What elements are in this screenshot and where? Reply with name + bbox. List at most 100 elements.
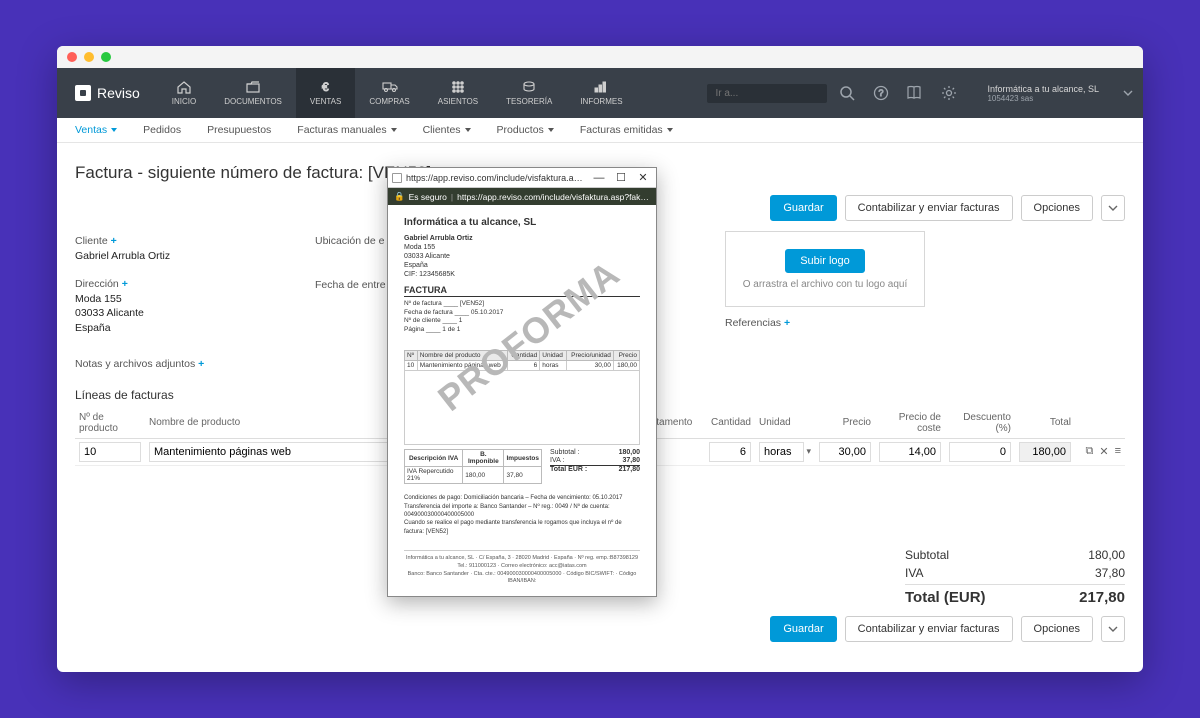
search-input[interactable] (707, 84, 827, 103)
nav-label: INICIO (172, 97, 196, 106)
save-button-bottom[interactable]: Guardar (770, 616, 836, 642)
invoice-totals: Subtotal180,00 IVA37,80 Total (EUR)217,8… (905, 546, 1125, 608)
subnav-label: Pedidos (143, 124, 181, 136)
company-chevron[interactable] (1113, 68, 1143, 118)
col-qty: Cantidad (705, 408, 755, 439)
upload-logo-button[interactable]: Subir logo (785, 249, 865, 273)
logo-dropzone[interactable]: Subir logo O arrastra el archivo con tu … (725, 231, 925, 307)
brand[interactable]: Reviso (57, 68, 158, 118)
os-min-button[interactable] (84, 52, 94, 62)
help-button[interactable]: ? (867, 85, 895, 101)
brand-text: Reviso (97, 85, 140, 101)
options-chevron-bottom[interactable] (1101, 616, 1125, 642)
line-disc-input[interactable] (949, 442, 1011, 462)
popup-titlebar: https://app.reviso.com/include/visfaktur… (388, 168, 656, 188)
direccion-label: Dirección + (75, 278, 255, 290)
line-cost-input[interactable] (879, 442, 941, 462)
copy-line-icon[interactable]: ⧉ (1086, 445, 1094, 458)
os-max-button[interactable] (101, 52, 111, 62)
nav-label: DOCUMENTOS (224, 97, 282, 106)
nav-label: ASIENTOS (438, 97, 478, 106)
search-box: ? (707, 68, 973, 118)
euro-icon: € (318, 80, 334, 94)
search-button[interactable] (833, 85, 861, 101)
options-button[interactable]: Opciones (1021, 195, 1093, 221)
nav-label: INFORMES (580, 97, 622, 106)
logo-hint: O arrastra el archivo con tu logo aquí (743, 279, 908, 290)
subnav-productos[interactable]: Productos (497, 124, 554, 136)
delete-line-icon[interactable]: ✕ (1099, 445, 1108, 458)
popup-secure-text: Es seguro (409, 192, 447, 202)
chevron-down-icon (465, 128, 471, 132)
os-titlebar (57, 46, 1143, 68)
popup-close-button[interactable]: ✕ (634, 171, 652, 184)
post-button[interactable]: Contabilizar y enviar facturas (845, 195, 1013, 221)
page: Factura - siguiente número de factura: [… (57, 143, 1143, 672)
line-unit-input[interactable] (759, 442, 804, 462)
post-button-bottom[interactable]: Contabilizar y enviar facturas (845, 616, 1013, 642)
os-close-button[interactable] (67, 52, 77, 62)
chevron-down-icon (111, 128, 117, 132)
folder-icon (245, 80, 261, 94)
nav-ventas[interactable]: € VENTAS (296, 68, 355, 118)
save-button[interactable]: Guardar (770, 195, 836, 221)
nav-documentos[interactable]: DOCUMENTOS (210, 68, 296, 118)
svg-text:€: € (322, 80, 329, 94)
line-qty-input[interactable] (709, 442, 751, 462)
subnav-ventas[interactable]: Ventas (75, 124, 117, 136)
popup-addressbar: 🔒 Es seguro | https://app.reviso.com/inc… (388, 188, 656, 205)
options-button-bottom[interactable]: Opciones (1021, 616, 1093, 642)
popup-min-button[interactable]: — (590, 172, 608, 184)
cliente-value: Gabriel Arrubla Ortiz (75, 249, 255, 264)
brand-icon (75, 85, 91, 101)
p-company: Informática a tu alcance, SL (404, 217, 640, 228)
truck-icon (382, 80, 398, 94)
nav-items: INICIO DOCUMENTOS € VENTAS COMPRAS ASIEN… (158, 68, 637, 118)
line-num-input[interactable] (79, 442, 141, 462)
settings-button[interactable] (935, 85, 963, 101)
company-code: 1054423 sas (987, 94, 1099, 103)
chevron-down-icon (391, 128, 397, 132)
nav-tesoreria[interactable]: TESORERÍA (492, 68, 566, 118)
topbar: Reviso INICIO DOCUMENTOS € VENTAS COMPRA… (57, 68, 1143, 118)
col-disc: Descuento (%) (945, 408, 1015, 439)
nav-asientos[interactable]: ASIENTOS (424, 68, 492, 118)
subnav-label: Clientes (423, 124, 461, 136)
nav-compras[interactable]: COMPRAS (355, 68, 423, 118)
subnav-presupuestos[interactable]: Presupuestos (207, 124, 271, 136)
nav-informes[interactable]: INFORMES (566, 68, 636, 118)
book-button[interactable] (901, 85, 929, 101)
subnav-clientes[interactable]: Clientes (423, 124, 471, 136)
notas-label: Notas y archivos adjuntos + (75, 358, 255, 370)
options-chevron[interactable] (1101, 195, 1125, 221)
referencias-label: Referencias + (725, 317, 935, 329)
line-price-input[interactable] (819, 442, 871, 462)
nav-label: COMPRAS (369, 97, 409, 106)
subnav-facturas-emitidas[interactable]: Facturas emitidas (580, 124, 673, 136)
barchart-icon (593, 80, 609, 94)
company-selector[interactable]: Informática a tu alcance, SL 1054423 sas (973, 68, 1113, 118)
popup-max-button[interactable]: ☐ (612, 171, 630, 184)
svg-text:?: ? (879, 88, 884, 98)
subtotal-label: Subtotal (905, 548, 949, 562)
p-lines-table: NºNombre del producto CantidadUnidad Pre… (404, 350, 640, 445)
nav-inicio[interactable]: INICIO (158, 68, 210, 118)
chevron-down-icon[interactable]: ▾ (806, 446, 811, 457)
subnav-pedidos[interactable]: Pedidos (143, 124, 181, 136)
popup-body: PROFORMA Informática a tu alcance, SL Ga… (388, 205, 656, 596)
chevron-down-icon (548, 128, 554, 132)
subnav-facturas-manuales[interactable]: Facturas manuales (297, 124, 396, 136)
nav-label: VENTAS (310, 97, 341, 106)
home-icon (176, 80, 192, 94)
total-value: 217,80 (1079, 589, 1125, 606)
p-doc-title: FACTURA (404, 285, 640, 297)
p-company-footer: Informática a tu alcance, SL · C/ España… (404, 550, 640, 586)
popup-url: https://app.reviso.com/include/visfaktur… (457, 192, 650, 202)
subtotal-value: 180,00 (1088, 548, 1125, 562)
grid-icon (450, 80, 466, 94)
popup-title-text: https://app.reviso.com/include/visfaktur… (406, 173, 586, 183)
col-total: Total (1015, 408, 1075, 439)
app-window: Reviso INICIO DOCUMENTOS € VENTAS COMPRA… (57, 46, 1143, 672)
drag-line-icon[interactable]: ≡ (1115, 445, 1121, 458)
col-price: Precio (815, 408, 875, 439)
